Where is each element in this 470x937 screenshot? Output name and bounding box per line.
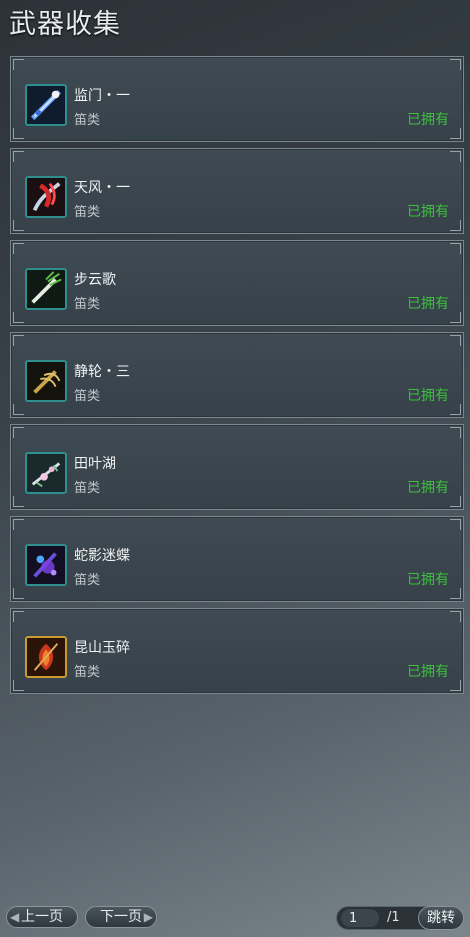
- frame-corner: [13, 128, 24, 139]
- frame-corner: [13, 680, 24, 691]
- next-page-label: 下一页: [100, 909, 142, 925]
- frame-corner: [13, 151, 24, 162]
- frame-corner: [13, 312, 24, 323]
- frame-corner: [13, 59, 24, 70]
- weapon-name: 步云歌: [74, 272, 116, 288]
- page-title: 武器收集: [9, 9, 121, 40]
- frame-corner: [450, 427, 461, 438]
- prev-page-button[interactable]: ◀ 上一页: [6, 906, 78, 928]
- weapon-name: 昆山玉碎: [74, 640, 130, 656]
- frame-corner: [13, 404, 24, 415]
- frame-corner: [450, 312, 461, 323]
- weapon-item[interactable]: 蛇影迷蝶 笛类 已拥有: [10, 516, 464, 602]
- frame-corner: [450, 680, 461, 691]
- weapon-item[interactable]: 昆山玉碎 笛类 已拥有: [10, 608, 464, 694]
- frame-corner: [450, 611, 461, 622]
- owned-status: 已拥有: [407, 388, 449, 404]
- page-number-input[interactable]: [341, 909, 379, 927]
- weapon-name: 静轮・三: [74, 364, 130, 380]
- frame-corner: [450, 519, 461, 530]
- weapon-type: 笛类: [74, 297, 101, 312]
- weapon-list: 监门・一 笛类 已拥有 天风・一 笛类 已拥有 步云歌 笛类 已拥有 静轮・三 …: [10, 56, 464, 700]
- weapon-name: 监门・一: [74, 88, 130, 104]
- golden-flute-icon: [25, 360, 67, 402]
- weapon-type: 笛类: [74, 205, 101, 220]
- jump-button[interactable]: 跳转: [418, 906, 464, 930]
- frame-corner: [13, 220, 24, 231]
- frame-corner: [13, 588, 24, 599]
- weapon-item[interactable]: 田叶湖 笛类 已拥有: [10, 424, 464, 510]
- next-page-button[interactable]: 下一页 ▶: [85, 906, 157, 928]
- frame-corner: [13, 243, 24, 254]
- chevron-right-icon: ▶: [143, 910, 153, 924]
- frame-corner: [13, 519, 24, 530]
- owned-status: 已拥有: [407, 112, 449, 128]
- weapon-type: 笛类: [74, 481, 101, 496]
- red-flute-icon: [25, 176, 67, 218]
- frame-corner: [450, 151, 461, 162]
- fire-flute-icon: [25, 636, 67, 678]
- purple-flute-icon: [25, 544, 67, 586]
- prev-page-label: 上一页: [21, 909, 63, 925]
- weapon-name: 天风・一: [74, 180, 130, 196]
- frame-corner: [450, 588, 461, 599]
- frame-corner: [450, 335, 461, 346]
- weapon-type: 笛类: [74, 389, 101, 404]
- weapon-item[interactable]: 步云歌 笛类 已拥有: [10, 240, 464, 326]
- page-total: /1: [387, 910, 400, 925]
- page-jump-control: /1 跳转: [336, 906, 464, 930]
- weapon-item[interactable]: 监门・一 笛类 已拥有: [10, 56, 464, 142]
- frame-corner: [450, 243, 461, 254]
- weapon-item[interactable]: 静轮・三 笛类 已拥有: [10, 332, 464, 418]
- frame-corner: [13, 427, 24, 438]
- frame-corner: [13, 335, 24, 346]
- weapon-name: 田叶湖: [74, 456, 116, 472]
- frame-corner: [450, 59, 461, 70]
- frame-corner: [13, 611, 24, 622]
- frame-corner: [450, 128, 461, 139]
- owned-status: 已拥有: [407, 572, 449, 588]
- weapon-name: 蛇影迷蝶: [74, 548, 130, 564]
- owned-status: 已拥有: [407, 204, 449, 220]
- frame-corner: [450, 220, 461, 231]
- frame-corner: [450, 496, 461, 507]
- weapon-type: 笛类: [74, 665, 101, 680]
- owned-status: 已拥有: [407, 480, 449, 496]
- owned-status: 已拥有: [407, 296, 449, 312]
- owned-status: 已拥有: [407, 664, 449, 680]
- frame-corner: [450, 404, 461, 415]
- weapon-type: 笛类: [74, 113, 101, 128]
- blue-flute-icon: [25, 84, 67, 126]
- weapon-item[interactable]: 天风・一 笛类 已拥有: [10, 148, 464, 234]
- chevron-left-icon: ◀: [10, 910, 20, 924]
- green-flute-icon: [25, 268, 67, 310]
- frame-corner: [13, 496, 24, 507]
- flower-flute-icon: [25, 452, 67, 494]
- weapon-type: 笛类: [74, 573, 101, 588]
